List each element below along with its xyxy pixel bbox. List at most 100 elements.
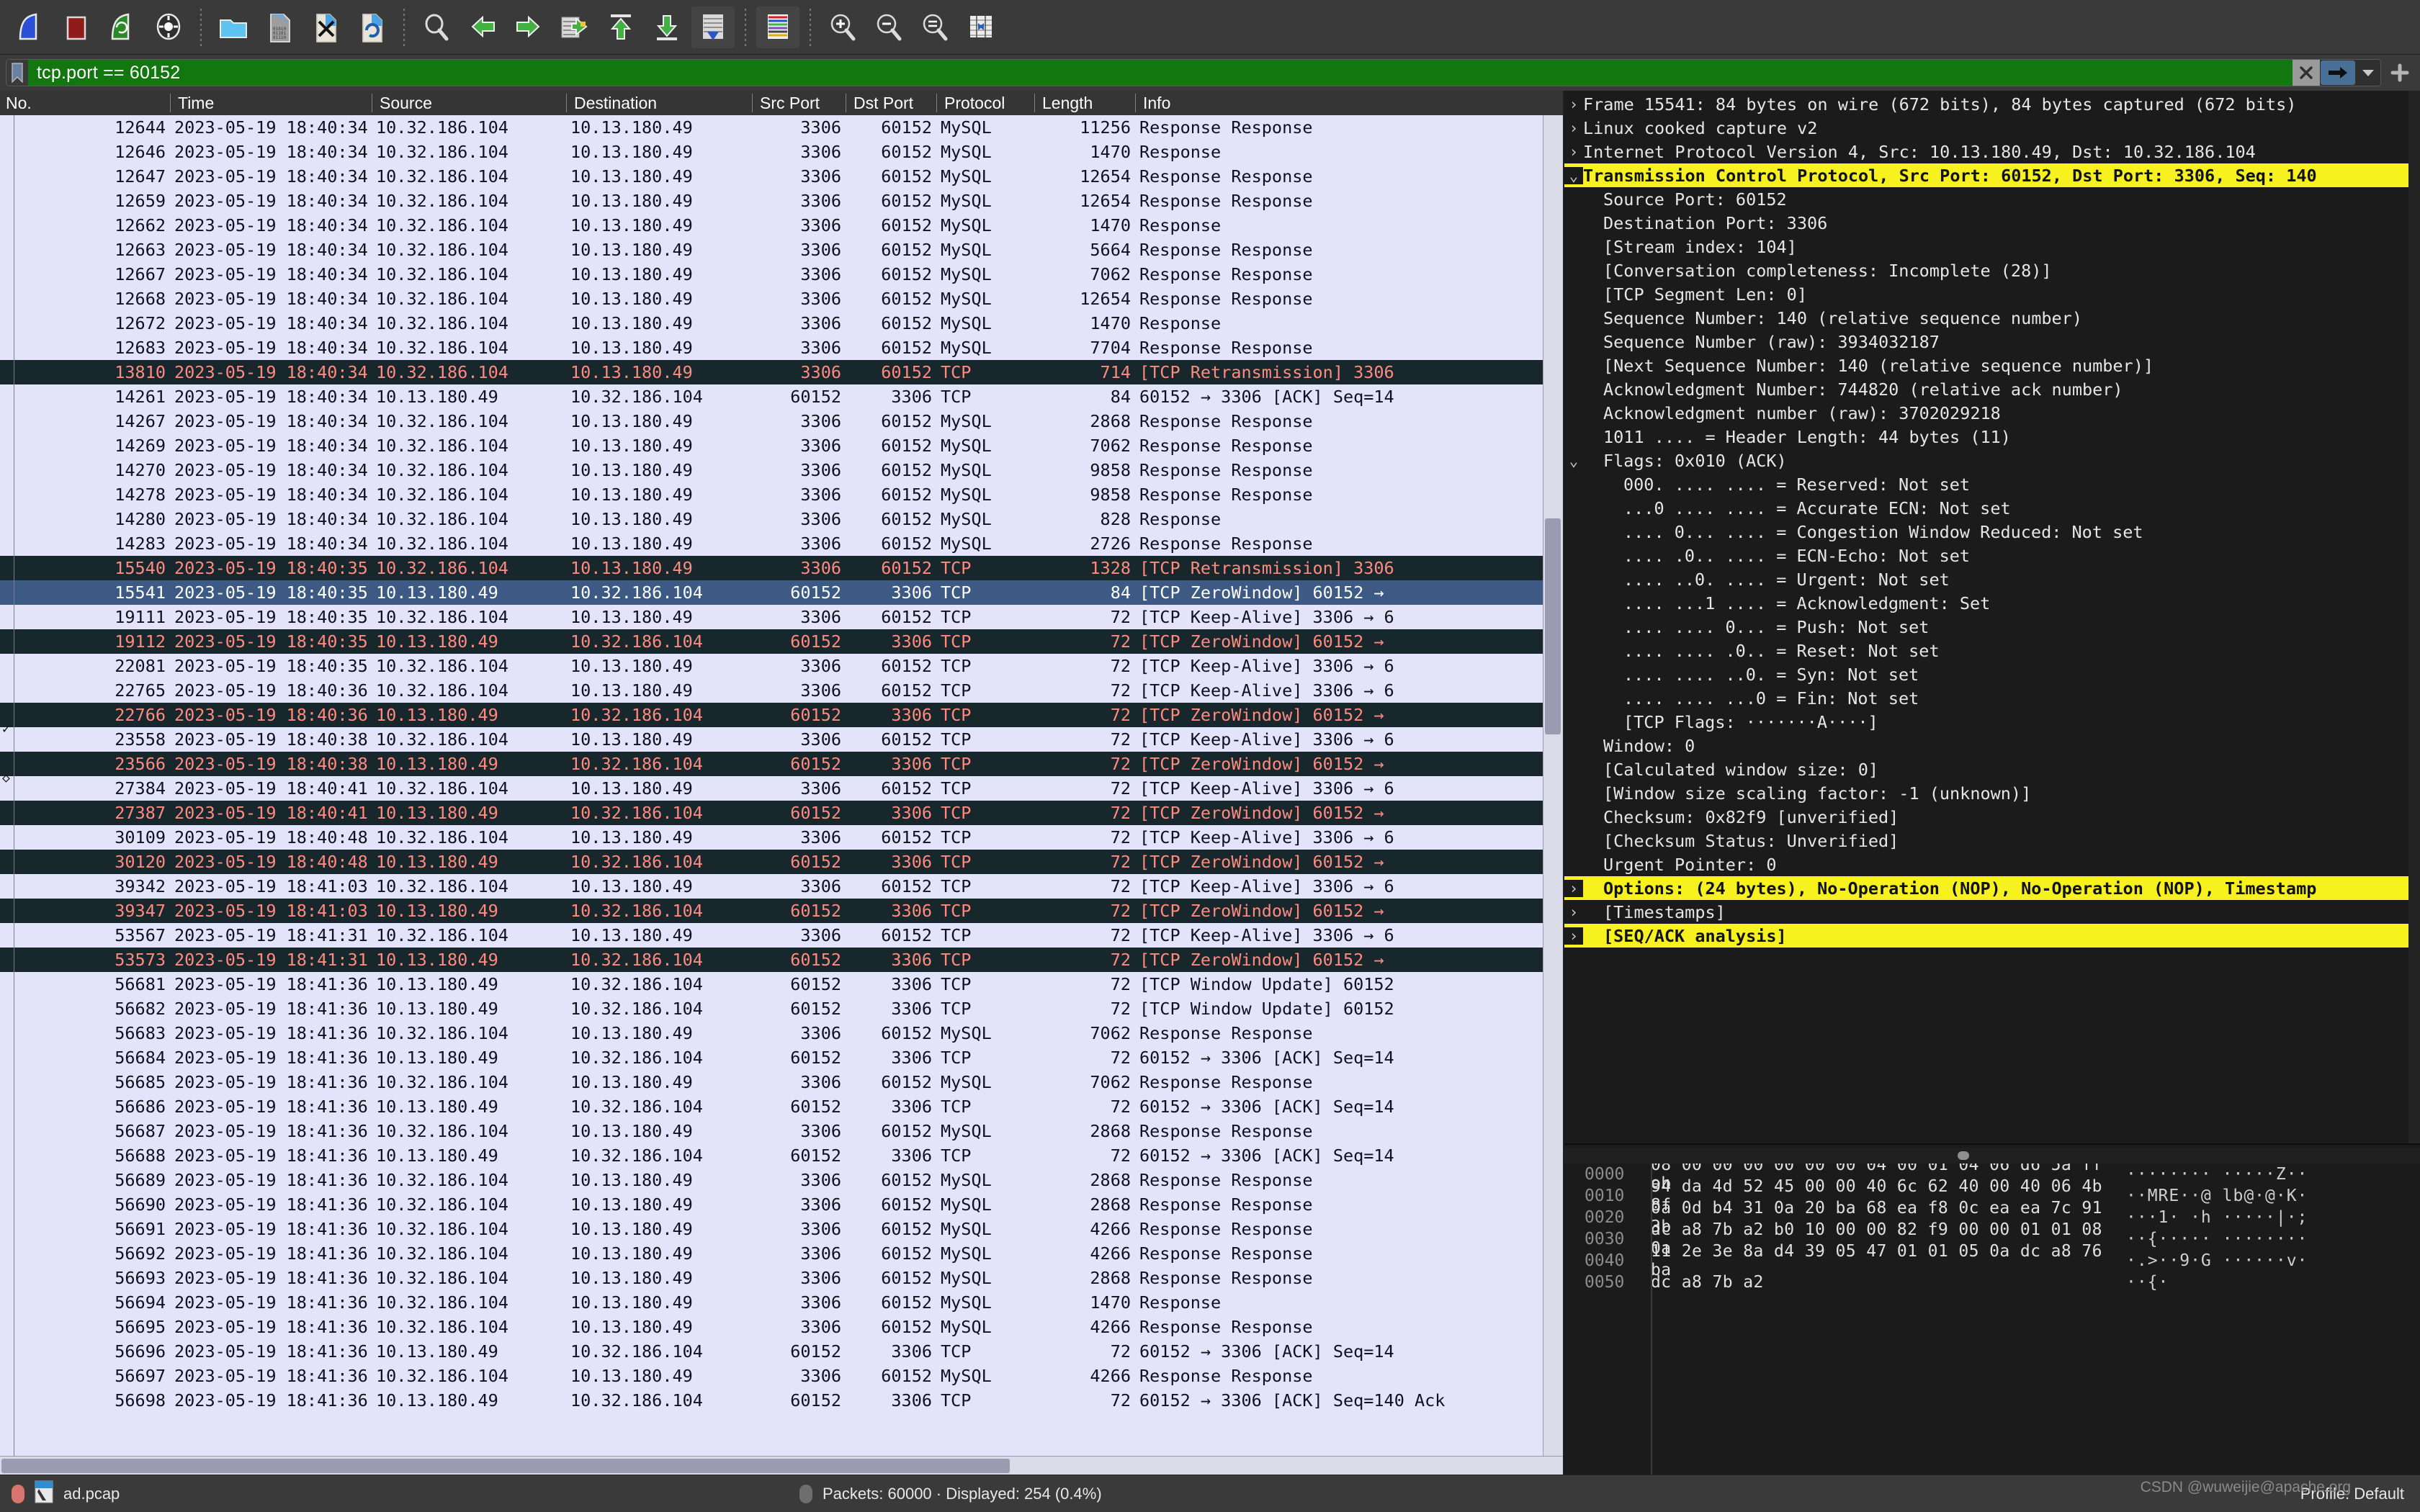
column-header-source[interactable]: Source [372,94,566,112]
packet-row[interactable]: 19112 2023-05-19 18:40:35.23208110.13.180… [0,629,1563,654]
packet-details-tree[interactable]: › Frame 15541: 84 bytes on wire (672 bits… [1564,91,2420,1143]
expand-toggle-icon[interactable]: ⌄ [1564,452,1583,469]
expand-toggle-icon[interactable]: › [1564,927,1583,945]
packet-row[interactable]: 56685 2023-05-19 18:41:36.46399710.32.186… [0,1070,1563,1094]
packet-row[interactable]: 22081 2023-05-19 18:40:35.67265810.32.186… [0,654,1563,678]
detail-tree-row[interactable]: Destination Port: 3306 [1564,211,2420,235]
packet-row[interactable]: 12644 2023-05-19 18:40:34.94314810.32.186… [0,115,1563,140]
packet-row[interactable]: 27384 2023-05-19 18:40:41.90411510.32.186… [0,776,1563,801]
packet-row[interactable]: 15540 2023-05-19 18:40:35.01408310.32.186… [0,556,1563,580]
packet-row[interactable]: 12662 2023-05-19 18:40:34.94329510.32.186… [0,213,1563,238]
detail-tree-row[interactable]: [Stream index: 104] [1564,235,2420,258]
detail-tree-row[interactable]: .... .... 0... = Push: Not set [1564,615,2420,639]
expand-toggle-icon[interactable]: › [1564,879,1583,897]
restart-capture-icon[interactable] [101,6,144,48]
detail-tree-row[interactable]: 1011 .... = Header Length: 44 bytes (11) [1564,425,2420,449]
detail-tree-row[interactable]: 000. .... .... = Reserved: Not set [1564,472,2420,496]
detail-tree-row[interactable]: .... ...1 .... = Acknowledgment: Set [1564,591,2420,615]
zoom-out-icon[interactable] [867,6,910,48]
packet-row[interactable]: 14267 2023-05-19 18:40:34.98194010.32.186… [0,409,1563,433]
packet-row[interactable]: 56698 2023-05-19 18:41:36.46435310.13.180… [0,1388,1563,1413]
packet-row[interactable]: 14280 2023-05-19 18:40:34.98208810.32.186… [0,507,1563,531]
detail-tree-row[interactable]: .... .... ...0 = Fin: Not set [1564,686,2420,710]
packet-bytes-pane[interactable]: 0000 08 00 00 00 00 00 00 04 00 01 04 06 … [1564,1143,2420,1475]
packet-details-scrollbar[interactable] [2408,91,2420,1143]
packet-list-horizontal-scrollbar[interactable] [0,1456,1563,1475]
packet-row[interactable]: 12647 2023-05-19 18:40:34.94317510.32.186… [0,164,1563,189]
hex-dump-row[interactable]: 0040 11 2e 3e 8a d4 39 05 47 01 01 05 0a … [1564,1242,2420,1279]
apply-filter-icon[interactable] [2321,60,2355,85]
open-file-icon[interactable] [212,6,255,48]
packet-row[interactable]: 22766 2023-05-19 18:40:36.59218610.13.180… [0,703,1563,727]
packet-row[interactable]: 12659 2023-05-19 18:40:34.94329010.32.186… [0,189,1563,213]
detail-tree-row[interactable]: [Next Sequence Number: 140 (relative seq… [1564,354,2420,377]
expert-info-indicator[interactable] [12,1484,24,1503]
packet-row[interactable]: 56681 2023-05-19 18:41:36.46375610.13.180… [0,972,1563,996]
packet-row[interactable]: 56694 2023-05-19 18:41:36.46428510.32.186… [0,1290,1563,1315]
detail-tree-row[interactable]: Sequence Number (raw): 3934032187 [1564,330,2420,354]
add-filter-button-icon[interactable] [2385,58,2414,87]
detail-tree-row[interactable]: › Frame 15541: 84 bytes on wire (672 bits… [1564,92,2420,116]
packet-row[interactable]: 56682 2023-05-19 18:41:36.46386410.13.180… [0,996,1563,1021]
packet-row[interactable]: 56692 2023-05-19 18:41:36.46424410.32.186… [0,1241,1563,1266]
resize-columns-icon[interactable] [959,6,1003,48]
go-forward-icon[interactable] [507,6,550,48]
packet-list-scroll-thumb[interactable] [1545,518,1561,734]
go-back-icon[interactable] [461,6,504,48]
packet-row[interactable]: 56686 2023-05-19 18:41:36.46403510.13.180… [0,1094,1563,1119]
hex-dump-row[interactable]: 0050 dc a8 7b a2 ··{· [1564,1272,2420,1293]
packet-row[interactable]: 14283 2023-05-19 18:40:34.98213610.32.186… [0,531,1563,556]
bookmark-icon[interactable] [6,60,28,86]
detail-tree-row[interactable]: ...0 .... .... = Accurate ECN: Not set [1564,496,2420,520]
packet-list-vertical-scrollbar[interactable] [1543,115,1563,1456]
packet-row[interactable]: 39342 2023-05-19 18:41:03.21609610.32.186… [0,874,1563,899]
detail-tree-row[interactable]: .... .0.. .... = ECN-Echo: Not set [1564,544,2420,567]
packet-row[interactable]: 12672 2023-05-19 18:40:34.94342910.32.186… [0,311,1563,336]
detail-tree-row[interactable]: › Linux cooked capture v2 [1564,116,2420,140]
detail-tree-row[interactable]: Sequence Number: 140 (relative sequence … [1564,306,2420,330]
clear-filter-icon[interactable] [2293,60,2320,86]
packet-row[interactable]: 56688 2023-05-19 18:41:36.46416910.13.180… [0,1143,1563,1168]
packet-row[interactable]: 14270 2023-05-19 18:40:34.98198510.32.186… [0,458,1563,482]
packet-row[interactable]: 14278 2023-05-19 18:40:34.98205710.32.186… [0,482,1563,507]
column-header-length[interactable]: Length [1034,94,1135,112]
detail-tree-row[interactable]: .... ..0. .... = Urgent: Not set [1564,567,2420,591]
expand-toggle-icon[interactable]: › [1564,120,1583,137]
packet-row[interactable]: 12663 2023-05-19 18:40:34.94332010.32.186… [0,238,1563,262]
detail-tree-row[interactable]: [Window size scaling factor: -1 (unknown… [1564,781,2420,805]
packet-row[interactable]: 22765 2023-05-19 18:40:36.59216310.32.186… [0,678,1563,703]
packet-row[interactable]: 14261 2023-05-19 18:40:34.98178610.13.180… [0,384,1563,409]
detail-tree-row[interactable]: Acknowledgment number (raw): 3702029218 [1564,401,2420,425]
filter-history-icon[interactable] [2356,60,2380,86]
packet-row[interactable]: 39347 2023-05-19 18:41:03.21610710.13.180… [0,899,1563,923]
colorize-icon[interactable] [756,6,799,48]
display-filter-input[interactable]: tcp.port == 60152 [28,60,2293,86]
detail-tree-row[interactable]: .... 0... .... = Congestion Window Reduc… [1564,520,2420,544]
reload-file-icon[interactable] [350,6,393,48]
packet-bytes-horizontal-scrollbar[interactable] [1564,1148,2420,1164]
capture-options-icon[interactable] [147,6,190,48]
packet-row[interactable]: 56693 2023-05-19 18:41:36.46425410.32.186… [0,1266,1563,1290]
expand-toggle-icon[interactable]: ⌄ [1564,166,1583,184]
packet-row[interactable]: 12668 2023-05-19 18:40:34.94335210.32.186… [0,287,1563,311]
column-header-src-port[interactable]: Src Port [752,94,846,112]
packet-row[interactable]: 30109 2023-05-19 18:40:48.88025410.32.186… [0,825,1563,850]
detail-tree-row[interactable]: ⌄ Flags: 0x010 (ACK) [1564,449,2420,472]
packet-row[interactable]: 56691 2023-05-19 18:41:36.46423910.32.186… [0,1217,1563,1241]
go-to-last-icon[interactable] [645,6,689,48]
packet-row[interactable]: 56697 2023-05-19 18:41:36.46433410.32.186… [0,1364,1563,1388]
packet-row[interactable]: 15541 2023-05-19 18:40:35.01409210.13.180… [0,580,1563,605]
detail-tree-row[interactable]: [TCP Segment Len: 0] [1564,282,2420,306]
detail-tree-row[interactable]: .... .... .0.. = Reset: Not set [1564,639,2420,662]
expand-toggle-icon[interactable]: › [1564,96,1583,113]
detail-tree-row[interactable]: [TCP Flags: ·······A····] [1564,710,2420,734]
find-packet-icon[interactable] [415,6,458,48]
column-header-protocol[interactable]: Protocol [936,94,1034,112]
auto-scroll-icon[interactable] [691,6,735,48]
start-capture-icon[interactable] [9,6,52,48]
column-header-info[interactable]: Info [1135,94,1538,112]
detail-tree-row[interactable]: ⌄ Transmission Control Protocol, Src Port… [1564,163,2420,187]
packet-row[interactable]: 12683 2023-05-19 18:40:34.94345310.32.186… [0,336,1563,360]
column-header-dst-port[interactable]: Dst Port [846,94,936,112]
packet-row[interactable]: 56684 2023-05-19 18:41:36.46400810.13.180… [0,1045,1563,1070]
